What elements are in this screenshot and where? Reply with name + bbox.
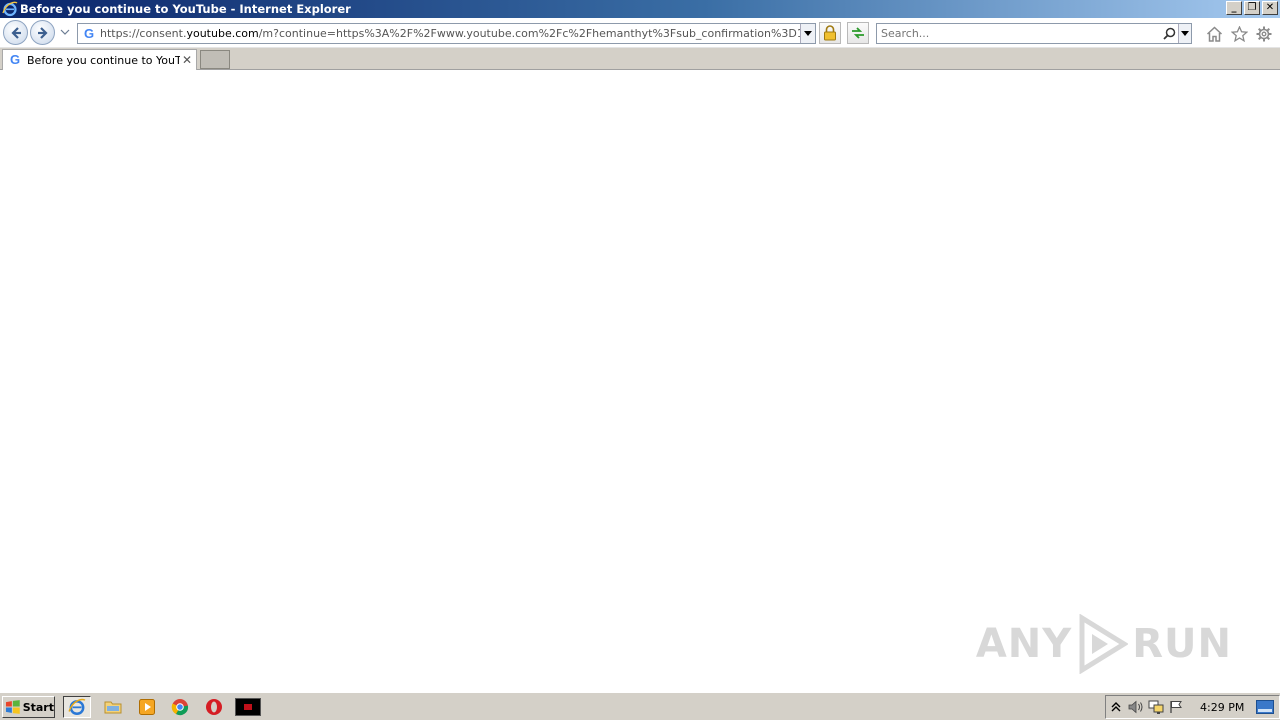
forward-button[interactable] bbox=[30, 20, 55, 45]
taskbar-chrome[interactable] bbox=[166, 696, 194, 718]
tab-youtube-consent[interactable]: G Before you continue to YouT... ✕ bbox=[2, 49, 197, 70]
watermark-text-right: RUN bbox=[1132, 621, 1232, 667]
favorites-button[interactable] bbox=[1230, 25, 1248, 43]
windows-flag-icon bbox=[5, 700, 20, 714]
search-input[interactable] bbox=[877, 24, 1160, 43]
gear-icon bbox=[1256, 26, 1272, 42]
chevron-up-icon bbox=[1111, 702, 1121, 712]
search-dropdown-button[interactable] bbox=[1178, 24, 1191, 43]
restore-button[interactable]: ❐ bbox=[1244, 1, 1260, 15]
padlock-icon bbox=[824, 25, 836, 41]
google-favicon-icon: G bbox=[83, 25, 95, 41]
show-desktop-icon[interactable] bbox=[1256, 700, 1275, 714]
search-button[interactable] bbox=[1160, 24, 1178, 43]
title-bar: Before you continue to YouTube - Interne… bbox=[0, 0, 1280, 18]
minimize-button[interactable]: _ bbox=[1226, 1, 1242, 15]
close-window-button[interactable]: ✕ bbox=[1262, 1, 1278, 15]
taskbar-clock[interactable]: 4:29 PM bbox=[1200, 701, 1244, 714]
chrome-icon bbox=[171, 699, 189, 716]
internet-explorer-icon bbox=[68, 698, 86, 715]
refresh-arrows-icon bbox=[852, 27, 864, 39]
media-player-icon bbox=[139, 699, 155, 715]
new-tab-button[interactable] bbox=[200, 50, 230, 69]
chevron-down-icon bbox=[1181, 30, 1189, 36]
google-favicon-icon: G bbox=[9, 52, 21, 67]
address-dropdown-button[interactable] bbox=[800, 24, 815, 43]
chevron-down-icon bbox=[804, 30, 812, 36]
taskbar-terminal[interactable] bbox=[234, 696, 262, 718]
back-arrow-icon bbox=[10, 26, 21, 39]
system-tray: 4:29 PM bbox=[1105, 695, 1280, 719]
window-title: Before you continue to YouTube - Interne… bbox=[20, 2, 351, 16]
tab-bar: G Before you continue to YouT... ✕ bbox=[0, 48, 1280, 70]
action-center-button[interactable] bbox=[1166, 697, 1186, 717]
url-path: /m?continue=https%3A%2F%2Fwww.youtube.co… bbox=[258, 27, 800, 40]
address-bar[interactable]: G https://consent.youtube.com/m?continue… bbox=[77, 23, 816, 44]
flag-icon bbox=[1170, 701, 1182, 713]
play-triangle-icon bbox=[1079, 614, 1129, 674]
taskbar-media-player[interactable] bbox=[133, 696, 161, 718]
watermark-text-left: ANY bbox=[975, 621, 1073, 667]
network-icon bbox=[1148, 700, 1164, 714]
url-host: youtube.com bbox=[186, 27, 259, 40]
opera-icon bbox=[206, 699, 222, 715]
terminal-icon bbox=[235, 698, 261, 716]
folder-icon bbox=[104, 701, 122, 714]
home-button[interactable] bbox=[1205, 25, 1223, 43]
home-icon bbox=[1206, 26, 1222, 42]
search-icon bbox=[1162, 27, 1175, 40]
tools-button[interactable] bbox=[1255, 25, 1273, 43]
tab-title: Before you continue to YouT... bbox=[27, 53, 180, 67]
speaker-icon bbox=[1128, 700, 1143, 714]
search-box[interactable] bbox=[876, 23, 1192, 44]
compatibility-refresh-button[interactable] bbox=[847, 22, 869, 44]
chevron-down-icon bbox=[60, 29, 70, 35]
star-icon bbox=[1230, 26, 1248, 42]
start-label: Start bbox=[22, 700, 54, 714]
internet-explorer-icon bbox=[2, 1, 18, 17]
network-button[interactable] bbox=[1146, 697, 1166, 717]
taskbar-file-explorer[interactable] bbox=[99, 696, 127, 718]
show-hidden-icons-button[interactable] bbox=[1106, 697, 1126, 717]
taskbar-internet-explorer[interactable] bbox=[63, 696, 91, 718]
page-content: ANY RUN bbox=[0, 71, 1280, 692]
navigation-bar: G https://consent.youtube.com/m?continue… bbox=[0, 18, 1280, 48]
taskbar-opera[interactable] bbox=[200, 696, 228, 718]
back-button[interactable] bbox=[3, 20, 28, 45]
url-scheme: https://consent. bbox=[100, 27, 187, 40]
recent-pages-dropdown[interactable] bbox=[60, 27, 70, 37]
anyrun-watermark: ANY RUN bbox=[976, 614, 1232, 674]
volume-button[interactable] bbox=[1126, 697, 1146, 717]
start-button[interactable]: Start bbox=[2, 696, 55, 718]
security-lock-button[interactable] bbox=[819, 22, 841, 44]
taskbar: Start 4:29 PM bbox=[0, 692, 1280, 720]
url-text[interactable]: https://consent.youtube.com/m?continue=h… bbox=[100, 27, 800, 40]
forward-arrow-icon bbox=[37, 26, 48, 39]
close-tab-button[interactable]: ✕ bbox=[180, 53, 194, 67]
